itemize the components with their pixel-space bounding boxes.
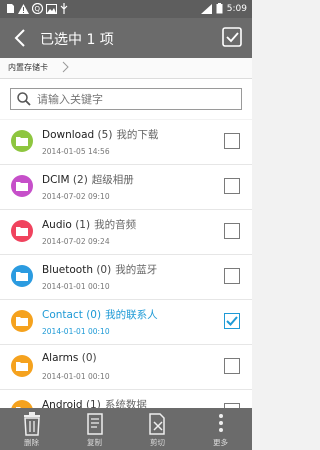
list-item[interactable]: Bluetooth (0) 我的蓝牙 2014-01-01 00:10 bbox=[0, 255, 252, 300]
folder-alias: 系统数据 bbox=[104, 399, 147, 408]
bottom-toolbar: 删除 复制 剪切 更多 bbox=[0, 408, 252, 450]
checkmark-icon bbox=[226, 316, 238, 326]
folder-date: 2014-01-01 00:10 bbox=[42, 282, 110, 291]
copy-icon bbox=[87, 413, 103, 435]
folder-date: 2014-01-01 00:10 bbox=[42, 372, 110, 381]
folder-name: Audio (1) 我的音频 bbox=[42, 217, 136, 232]
cut-button[interactable]: 剪切 bbox=[126, 408, 189, 450]
folder-icon bbox=[11, 400, 33, 408]
folder-title: Audio bbox=[42, 219, 72, 231]
title-bar: 已选中 1 项 bbox=[0, 18, 252, 58]
list-item[interactable]: Android (1)系统数据2014-01-01 00:10 bbox=[0, 390, 252, 408]
clock: 5:09 bbox=[226, 3, 247, 14]
folder-alias: 我的蓝牙 bbox=[115, 264, 158, 276]
folder-title: Bluetooth bbox=[42, 264, 93, 276]
select-checkbox[interactable] bbox=[224, 223, 240, 239]
folder-title: Contact bbox=[42, 309, 83, 321]
select-checkbox[interactable] bbox=[224, 268, 240, 284]
copy-button[interactable]: 复制 bbox=[63, 408, 126, 450]
more-icon bbox=[219, 414, 223, 432]
folder-count: (5) bbox=[97, 129, 113, 141]
page-title: 已选中 1 项 bbox=[40, 32, 114, 48]
photo-icon bbox=[46, 3, 57, 14]
folder-alias: 我的下载 bbox=[116, 129, 159, 141]
folder-date: 2014-07-02 09:24 bbox=[42, 237, 110, 246]
folder-name: DCIM (2) 超级相册 bbox=[42, 172, 134, 187]
select-checkbox[interactable] bbox=[224, 313, 240, 329]
folder-title: DCIM bbox=[42, 174, 70, 186]
app-notification-icon: Q bbox=[32, 3, 43, 14]
folder-title: Download bbox=[42, 129, 95, 141]
list-item[interactable]: Audio (1) 我的音频 2014-07-02 09:24 bbox=[0, 210, 252, 255]
status-bar: Q 5:09 bbox=[0, 0, 252, 18]
folder-icon bbox=[11, 310, 33, 332]
battery-icon bbox=[216, 3, 223, 14]
folder-count: (1) bbox=[85, 399, 101, 408]
delete-label: 删除 bbox=[24, 438, 39, 447]
svg-text:Q: Q bbox=[35, 5, 41, 13]
list-item[interactable]: Download (5) 我的下载 2014-01-05 14:56 bbox=[0, 120, 252, 165]
sim-card-icon bbox=[7, 4, 14, 13]
folder-name: Contact (0) 我的联系人 bbox=[42, 307, 158, 322]
folder-count: (2) bbox=[72, 174, 88, 186]
folder-alias: 我的联系人 bbox=[105, 309, 158, 321]
cut-label: 剪切 bbox=[150, 438, 165, 447]
breadcrumb: 内置存储卡 bbox=[0, 58, 252, 79]
folder-name: Android (1) 系统数据 bbox=[42, 397, 147, 408]
folder-icon bbox=[11, 130, 33, 152]
folder-count: (0) bbox=[96, 264, 112, 276]
folder-count: (0) bbox=[86, 309, 102, 321]
folder-name: Alarms (0) bbox=[42, 352, 101, 364]
folder-date: 2014-01-01 00:10 bbox=[42, 327, 110, 336]
folder-count: (1) bbox=[75, 219, 91, 231]
folder-name: Download (5) 我的下载 bbox=[42, 127, 158, 142]
select-checkbox[interactable] bbox=[224, 178, 240, 194]
folder-name: Bluetooth (0) 我的蓝牙 bbox=[42, 262, 157, 277]
usb-icon bbox=[60, 3, 68, 14]
list-item[interactable]: Alarms (0) 2014-01-01 00:10 bbox=[0, 345, 252, 390]
folder-date: 2014-01-05 14:56 bbox=[42, 147, 110, 156]
folder-title: Android bbox=[42, 399, 83, 408]
folder-date: 2014-07-02 09:10 bbox=[42, 192, 110, 201]
breadcrumb-item-internal-storage[interactable]: 内置存储卡 bbox=[8, 62, 48, 73]
select-checkbox[interactable] bbox=[224, 358, 240, 374]
more-label: 更多 bbox=[213, 438, 228, 447]
chevron-right-icon bbox=[62, 61, 69, 73]
search-icon bbox=[17, 92, 31, 106]
folder-icon bbox=[11, 355, 33, 377]
folder-alias: 超级相册 bbox=[91, 174, 134, 186]
folder-icon bbox=[11, 265, 33, 287]
select-all-icon[interactable] bbox=[222, 27, 242, 47]
more-button[interactable]: 更多 bbox=[189, 408, 252, 450]
back-arrow-icon[interactable] bbox=[12, 27, 28, 49]
cut-icon bbox=[149, 413, 165, 435]
search-box[interactable] bbox=[10, 88, 242, 110]
folder-icon bbox=[11, 175, 33, 197]
list-item[interactable]: DCIM (2) 超级相册 2014-07-02 09:10 bbox=[0, 165, 252, 210]
notification-icons: Q bbox=[6, 3, 68, 14]
copy-label: 复制 bbox=[87, 438, 102, 447]
folder-icon bbox=[11, 220, 33, 242]
folder-count: (0) bbox=[81, 352, 97, 364]
search-area bbox=[0, 79, 252, 119]
list-item[interactable]: Contact (0) 我的联系人 2014-01-01 00:10 bbox=[0, 300, 252, 345]
select-checkbox[interactable] bbox=[224, 133, 240, 149]
file-list: Download (5) 我的下载 2014-01-05 14:56 DCIM (2)… bbox=[0, 120, 252, 408]
signal-icon bbox=[200, 3, 212, 14]
folder-title: Alarms bbox=[42, 352, 79, 364]
trash-icon bbox=[24, 412, 40, 436]
search-input[interactable] bbox=[37, 91, 237, 107]
delete-button[interactable]: 删除 bbox=[0, 408, 63, 450]
warning-icon bbox=[18, 3, 29, 14]
folder-alias: 我的音频 bbox=[94, 219, 137, 231]
